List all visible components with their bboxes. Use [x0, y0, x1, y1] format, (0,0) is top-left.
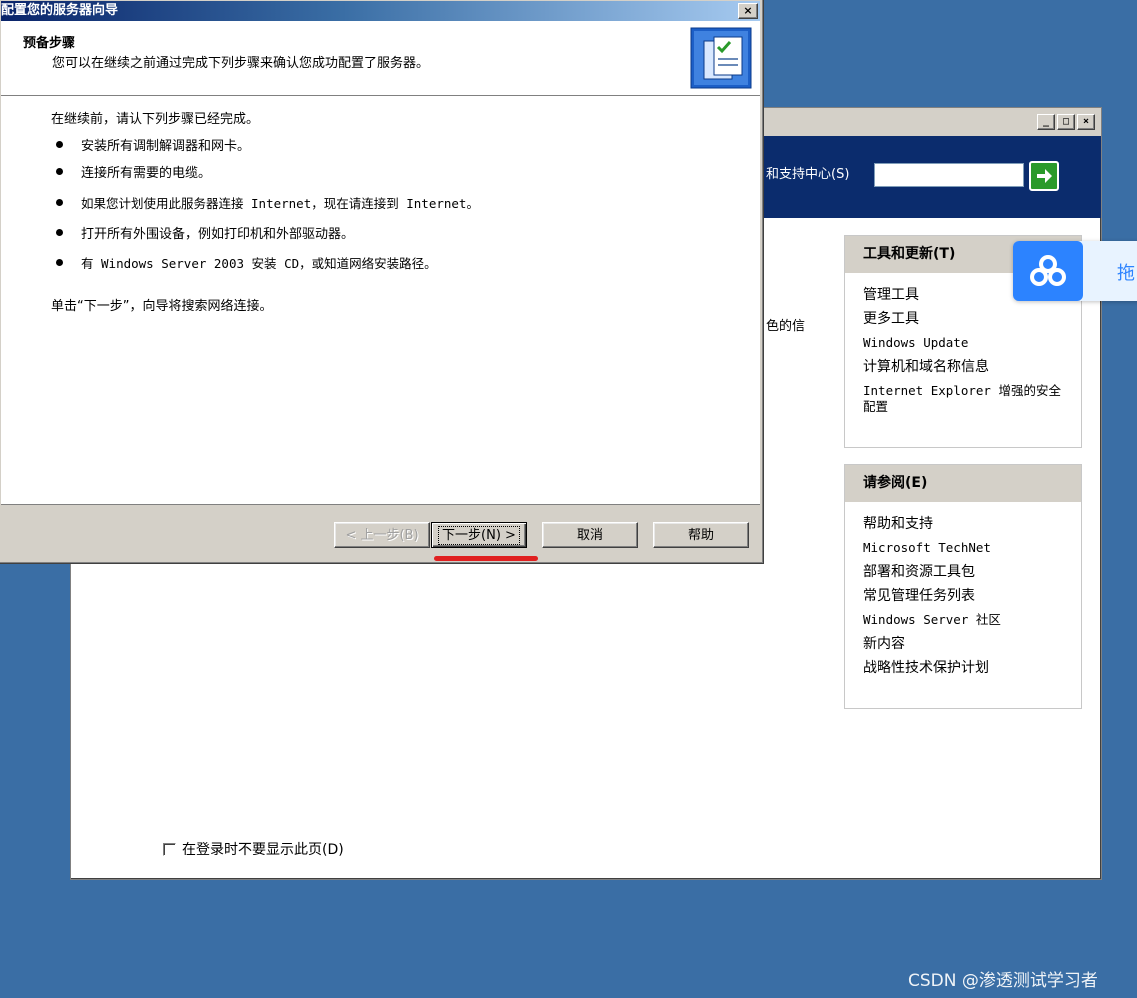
list-item: 有 Windows Server 2003 安装 CD，或知道网络安装路径。 — [56, 253, 437, 272]
arrow-right-icon — [1037, 169, 1052, 183]
cancel-button[interactable]: 取消 — [542, 522, 638, 548]
list-item: 连接所有需要的电缆。 — [56, 162, 211, 181]
list-item: 安装所有调制解调器和网卡。 — [56, 135, 250, 154]
close-button[interactable]: × — [1077, 114, 1095, 130]
cloud-icon — [1013, 241, 1083, 301]
link-common-tasks[interactable]: 常见管理任务列表 — [863, 588, 1063, 604]
wizard-header: 预备步骤 您可以在继续之前通过完成下列步骤来确认您成功配置了服务器。 — [1, 21, 760, 96]
list-item: 如果您计划使用此服务器连接 Internet，现在请连接到 Internet。 — [56, 193, 479, 212]
close-button[interactable]: × — [738, 3, 758, 19]
wizard-title: 配置您的服务器向导 — [1, 3, 119, 18]
intro-text: 在继续前，请认下列步骤已经完成。 — [51, 112, 260, 127]
dont-show-label: 在登录时不要显示此页(D) — [182, 842, 344, 858]
configure-server-wizard: 配置您的服务器向导 × 预备步骤 您可以在继续之前通过完成下列步骤来确认您成功配… — [0, 0, 764, 564]
step-text: 如果您计划使用此服务器连接 Internet，现在请连接到 Internet。 — [81, 196, 479, 211]
maximize-button[interactable]: □ — [1057, 114, 1075, 130]
checklist-icon — [690, 27, 752, 89]
window-controls: _ □ × — [1037, 114, 1095, 130]
bullet-icon — [56, 168, 63, 175]
link-help-support[interactable]: 帮助和支持 — [863, 516, 1063, 532]
wizard-subheading: 您可以在继续之前通过完成下列步骤来确认您成功配置了服务器。 — [52, 56, 430, 71]
link-resource-kit[interactable]: 部署和资源工具包 — [863, 564, 1063, 580]
bullet-icon — [56, 259, 63, 266]
next-button-label: 下一步(N) > — [438, 526, 520, 545]
step-text: 有 Windows Server 2003 安装 CD，或知道网络安装路径。 — [81, 256, 437, 271]
watermark-text: CSDN @渗透测试学习者 — [908, 971, 1098, 991]
wizard-heading: 预备步骤 — [23, 36, 76, 51]
link-computer-domain-info[interactable]: 计算机和域名称信息 — [863, 359, 1063, 375]
link-ie-esc[interactable]: Internet Explorer 增强的安全配置 — [863, 383, 1063, 415]
highlight-underline — [434, 556, 538, 561]
floating-assistant-widget[interactable]: 拖 — [1013, 241, 1137, 301]
link-technet[interactable]: Microsoft TechNet — [863, 540, 1063, 556]
search-go-button[interactable] — [1029, 161, 1059, 191]
link-community[interactable]: Windows Server 社区 — [863, 612, 1063, 628]
list-item: 打开所有外围设备，例如打印机和外部驱动器。 — [56, 223, 354, 242]
next-button[interactable]: 下一步(N) > — [431, 522, 527, 548]
step-text: 连接所有需要的电缆。 — [81, 166, 212, 181]
panel-title: 请参阅(E) — [845, 465, 1081, 502]
bullet-icon — [56, 141, 63, 148]
see-also-panel: 请参阅(E) 帮助和支持 Microsoft TechNet 部署和资源工具包 … — [844, 464, 1082, 709]
minimize-button[interactable]: _ — [1037, 114, 1055, 130]
link-windows-update[interactable]: Windows Update — [863, 335, 1063, 351]
dont-show-option[interactable]: 在登录时不要显示此页(D) — [163, 839, 344, 859]
search-input[interactable] — [874, 163, 1024, 187]
wizard-titlebar[interactable]: 配置您的服务器向导 × — [1, 1, 760, 21]
widget-label: 拖 — [1117, 263, 1135, 284]
step-text: 打开所有外围设备，例如打印机和外部驱动器。 — [81, 227, 355, 242]
link-more-tools[interactable]: 更多工具 — [863, 311, 1063, 327]
next-hint-text: 单击“下一步”，向导将搜索网络连接。 — [51, 299, 273, 314]
step-text: 安装所有调制解调器和网卡。 — [81, 139, 251, 154]
link-whats-new[interactable]: 新内容 — [863, 636, 1063, 652]
wizard-content: 在继续前，请认下列步骤已经完成。 安装所有调制解调器和网卡。 连接所有需要的电缆… — [1, 96, 760, 505]
back-button[interactable]: < 上一步(B) — [334, 522, 430, 548]
search-label: 和支持中心(S) — [766, 167, 850, 182]
link-stpp[interactable]: 战略性技术保护计划 — [863, 660, 1063, 676]
dont-show-checkbox[interactable] — [163, 842, 176, 856]
bullet-icon — [56, 229, 63, 236]
content-fragment: 色的信 — [766, 319, 806, 334]
bullet-icon — [56, 199, 63, 206]
help-button[interactable]: 帮助 — [653, 522, 749, 548]
